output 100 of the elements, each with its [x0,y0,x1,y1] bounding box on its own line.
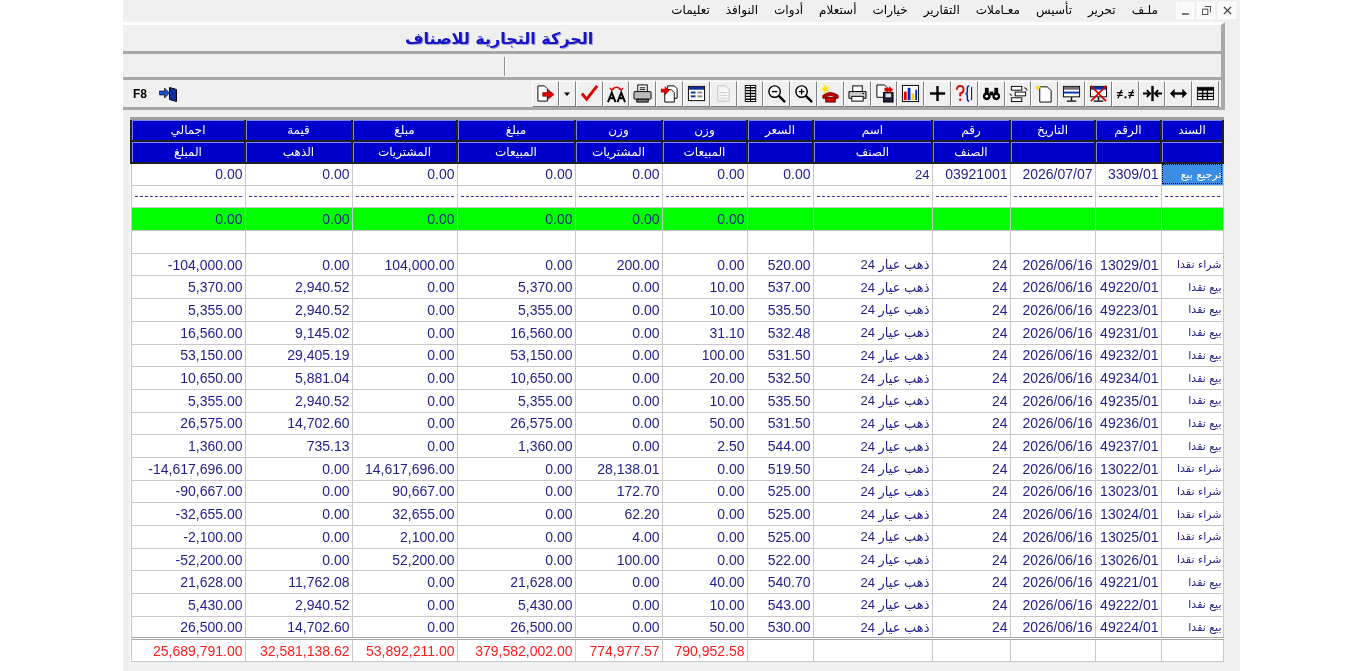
table-cell: 2026/06/16 [1010,298,1095,322]
table-cell: 2026/06/16 [1010,457,1095,481]
table-cell: 13024/01 [1095,502,1161,526]
table-cell: 2.50 [662,434,747,458]
collapse-arrows-button[interactable] [1138,80,1166,107]
table-cell: 10.00 [662,389,747,413]
close-button[interactable] [1218,1,1236,19]
table-cell: 24 [932,298,1010,322]
printer-button[interactable] [843,80,871,107]
menu-item[interactable]: تعليمات [671,3,710,17]
bar-chart-button[interactable] [897,80,925,107]
restore-button[interactable] [1197,1,1215,19]
zoom-out-icon [767,84,787,103]
font-size-button[interactable] [602,80,630,107]
total-cell: 774,977.57 [575,638,662,662]
menu-item[interactable]: معـاملات [975,3,1020,17]
table-cell: 0.00 [457,480,575,503]
plus-button[interactable] [924,80,952,107]
table-cell: -52,200.00 [131,548,245,571]
menu-item[interactable]: النوافذ [725,3,758,17]
crossed-monitor-button[interactable] [1085,80,1112,107]
slashed-dots-button[interactable] [1111,80,1139,107]
column-subheader: المبلغ [131,140,245,163]
total-cell: 25,689,791.00 [131,638,245,662]
table-cell: 522.00 [747,548,813,571]
columns-button[interactable] [736,80,764,107]
table-cell: 0.00 [352,593,457,617]
window-title: الحركة التجارية للاصناف [405,28,594,48]
menu-item[interactable]: أدوات [774,3,804,17]
question-brace-button[interactable] [951,80,978,107]
menu-item[interactable]: التقارير [923,3,960,17]
table-cell: 31.10 [662,321,747,344]
table-cell: 28,138.01 [575,457,662,481]
menu-item[interactable]: تأسيس [1036,3,1072,17]
table-cell: ذهب عيار 24 [813,344,932,367]
zoom-out-button[interactable] [763,80,791,107]
checkmark-button[interactable] [575,80,603,107]
monitor-button[interactable] [1058,80,1085,107]
table-cell: 519.50 [747,457,813,481]
total-cell: 379,582,002.00 [457,638,575,662]
column-header: اسم [813,118,932,141]
phone-button[interactable] [817,80,844,107]
table-cell: 2026/06/16 [1010,434,1095,458]
table-cell: 0.00 [352,412,457,435]
table-cell: 5,355.00 [457,389,575,413]
table-cell: 100.00 [662,344,747,367]
table-cell: 0.00 [662,207,747,231]
table-cell: شراء نقدا [1161,480,1223,503]
table-cell: 520.00 [747,253,813,276]
table-cell: 0.00 [352,321,457,344]
table-cell: -14,617,696.00 [131,457,245,481]
stacked-boxes-button[interactable] [1004,80,1032,107]
document-disk-button[interactable] [870,80,898,107]
table-cell: ذهب عيار 24 [813,434,932,458]
table-cell: 0.00 [575,162,662,186]
table-cell: 24 [932,548,1010,571]
table-cell: 532.50 [747,366,813,390]
table-cell: 0.00 [245,502,352,526]
table-cell: 14,617,696.00 [352,457,457,481]
menu-item[interactable]: ملـف [1131,3,1158,17]
table-cell: 2026/06/16 [1010,253,1095,276]
table-cell: 2026/06/16 [1010,412,1095,435]
table-cell: 0.00 [575,275,662,299]
minimize-button[interactable] [1176,1,1194,19]
door-arrow-icon[interactable] [159,85,177,102]
column-header: التاريخ [1010,118,1095,141]
document-arrow-button[interactable] [532,80,559,107]
table-cell: 0.00 [352,434,457,458]
grid-button[interactable] [1192,80,1219,107]
menu-item[interactable]: خيارات [872,3,908,17]
table-cell: 0.00 [662,480,747,503]
table-cell: 735.13 [245,434,352,458]
crossed-monitor-icon [1088,84,1108,103]
document-disk-icon [874,84,894,103]
documents-arrow-button[interactable] [656,80,684,107]
table-cell: 10.00 [662,593,747,617]
table-cell: 2026/06/16 [1010,502,1095,526]
table-cell: 2,940.52 [245,298,352,322]
table-cell: 532.48 [747,321,813,344]
table-cell: ذهب عيار 24 [813,321,932,344]
new-document-button[interactable] [1031,80,1059,107]
table-cell: 525.00 [747,502,813,526]
table-cell: 0.00 [662,548,747,571]
table-cell: -104,000.00 [131,253,245,276]
menu-item[interactable]: تحرير [1088,3,1116,17]
zoom-in-button[interactable] [790,80,818,107]
table-cell: 24 [932,593,1010,617]
table-cell: 540.70 [747,570,813,594]
binoculars-button[interactable] [977,80,1005,107]
form-window-button[interactable] [683,80,710,107]
table-cell: شراء نقدا [1161,502,1223,526]
double-arrow-button[interactable] [1165,80,1193,107]
table-cell: 0.00 [662,162,747,186]
table-cell: 0.00 [575,366,662,390]
menu-item[interactable]: أستعلام [819,3,857,17]
column-header: السند [1161,118,1223,141]
table-cell: شراء نقدا [1161,457,1223,481]
table-cell: ذهب عيار 24 [813,275,932,299]
table-cell: بيع نقدا [1161,434,1223,458]
paper-printer-button[interactable] [629,80,657,107]
